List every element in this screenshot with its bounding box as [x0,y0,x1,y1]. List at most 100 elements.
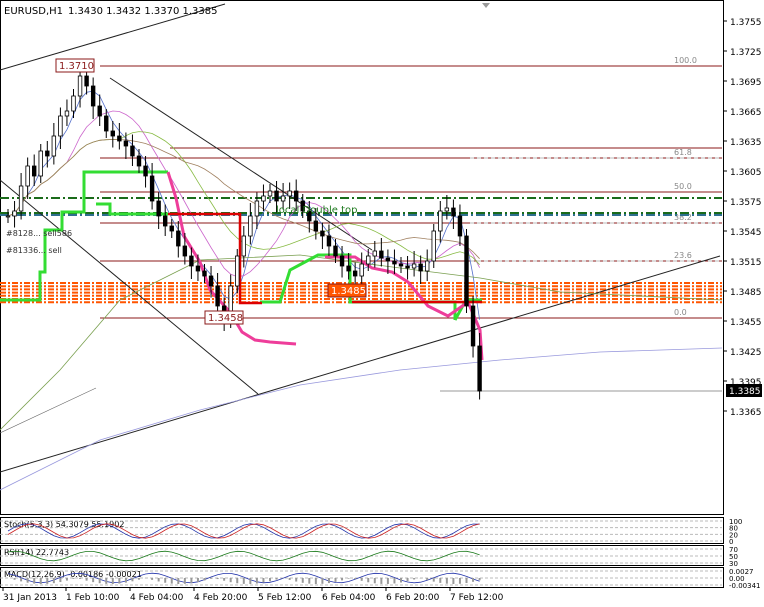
candle-body [379,250,384,259]
price-box-label: 1.3485 [331,286,366,297]
fib-level-label: 0.0 [674,308,687,317]
candle-body [77,75,83,97]
time-tick-label: 4 Feb 20:00 [194,593,248,603]
candle-body [267,190,273,197]
candle-body [418,263,423,272]
time-tick-label: 6 Feb 20:00 [386,593,440,603]
candle-body [320,230,325,237]
candle-body [12,210,17,217]
eurusd-chart[interactable]: 100.061.850.038.223.60.0 1.37101.34581.3… [0,0,764,604]
price-box-label: 1.3458 [208,313,243,324]
candle-body [110,130,115,137]
candle-body [333,245,338,257]
time-tick-label: 5 Feb 12:00 [258,593,312,603]
candle-body [470,305,476,347]
candle-body [162,215,168,227]
candle-body [326,235,332,247]
header-symbol: EURUSD,H1 [4,6,63,17]
time-tick-label: 6 Feb 04:00 [322,593,376,603]
fib-level-label: 50.0 [674,182,692,191]
indicator-tick-label: -0.00341 [729,582,760,590]
candle-body [97,105,102,117]
price-tick-label: 1.3545 [730,228,762,238]
candle-body [104,115,109,132]
candle-body [477,345,482,392]
candle-body [182,245,188,257]
candle-body [215,285,220,307]
candle-body [149,175,155,202]
candle-body [169,225,174,232]
fib-level-label: 100.0 [674,56,697,65]
time-tick-label: 1 Feb 10:00 [66,593,120,603]
time-tick-label: 31 Jan 2013 [3,593,57,603]
header-ohlc: 1.3430 1.3432 1.3370 1.3385 [68,6,218,17]
price-tick-label: 1.3515 [730,258,762,268]
candle-body [71,95,76,112]
candle-body [90,85,96,107]
candle-body [261,195,266,202]
price-tick-label: 1.3635 [730,138,762,148]
fib-level-label: 23.6 [674,251,692,260]
candle-body [64,110,70,117]
price-tick-label: 1.3455 [730,318,762,328]
time-axis: 31 Jan 2013 1 Feb 10:00 4 Feb 04:00 4 Feb 2… [2,588,504,603]
candle-body [38,150,43,177]
price-tick-label: 1.3365 [730,408,762,418]
candle-body [18,185,24,212]
candle-body [411,263,417,269]
order-label: #8128... sell586 [6,229,72,238]
price-tick-label: 1.3665 [730,108,762,118]
price-tick-label: 1.3755 [730,18,762,28]
order-label: #81336... sell [6,246,62,255]
chart-window[interactable]: 100.0 61.8 50.0 38.2 23.6 0.0 1.3710 1.3458 1.3… [0,0,764,604]
candle-body [366,255,371,265]
candle-body [202,270,207,277]
candle-body [339,255,345,267]
candle-body [392,260,397,265]
candle-body [464,235,469,307]
time-tick-label: 7 Feb 12:00 [450,593,504,603]
candle-body [444,207,450,212]
candle-body [208,275,214,287]
candle-body [313,220,319,232]
candle-body [293,190,299,202]
candle-body [274,190,279,202]
candle-body [451,207,456,217]
candle-body [424,260,430,272]
candle-body [32,165,37,177]
candle-body [359,263,364,277]
candle-body [117,135,122,142]
candle-body [287,190,292,197]
candle-body [405,265,410,269]
candle-body [123,140,129,147]
candle-body [25,165,30,187]
candle-body [431,230,436,262]
indicator-tick-label: 0 [729,538,733,546]
candle-body [5,215,11,218]
candle-body [241,235,246,257]
candle-body [143,165,148,177]
price-tick-label: 1.3575 [730,198,762,208]
price-tick-label: 1.3695 [730,78,762,88]
candle-body [398,263,404,267]
time-tick-label: 4 Feb 04:00 [130,593,184,603]
price-box-label: 1.3710 [59,61,94,72]
candle-body [352,270,358,277]
current-price-label: 1.3385 [729,387,761,397]
price-tick-label: 1.3425 [730,348,762,358]
candle-body [372,250,377,257]
candle-body [51,135,57,157]
price-tick-label: 1.3605 [730,168,762,178]
candle-body [130,145,135,157]
candle-body [457,215,463,237]
candle-body [438,210,443,232]
candle-body [235,255,240,287]
candle-body [176,230,181,247]
fib-level-label: 61.8 [674,148,692,157]
price-tick-label: 1.3485 [730,288,762,298]
candle-body [385,257,391,262]
price-tick-label: 1.3725 [730,48,762,58]
candle-body [136,155,142,167]
double-top-annotation: local Double top [276,205,357,216]
price-axis: 1.3755 1.3725 1.3695 1.3665 1.3635 1.3605 1.35… [723,18,762,418]
